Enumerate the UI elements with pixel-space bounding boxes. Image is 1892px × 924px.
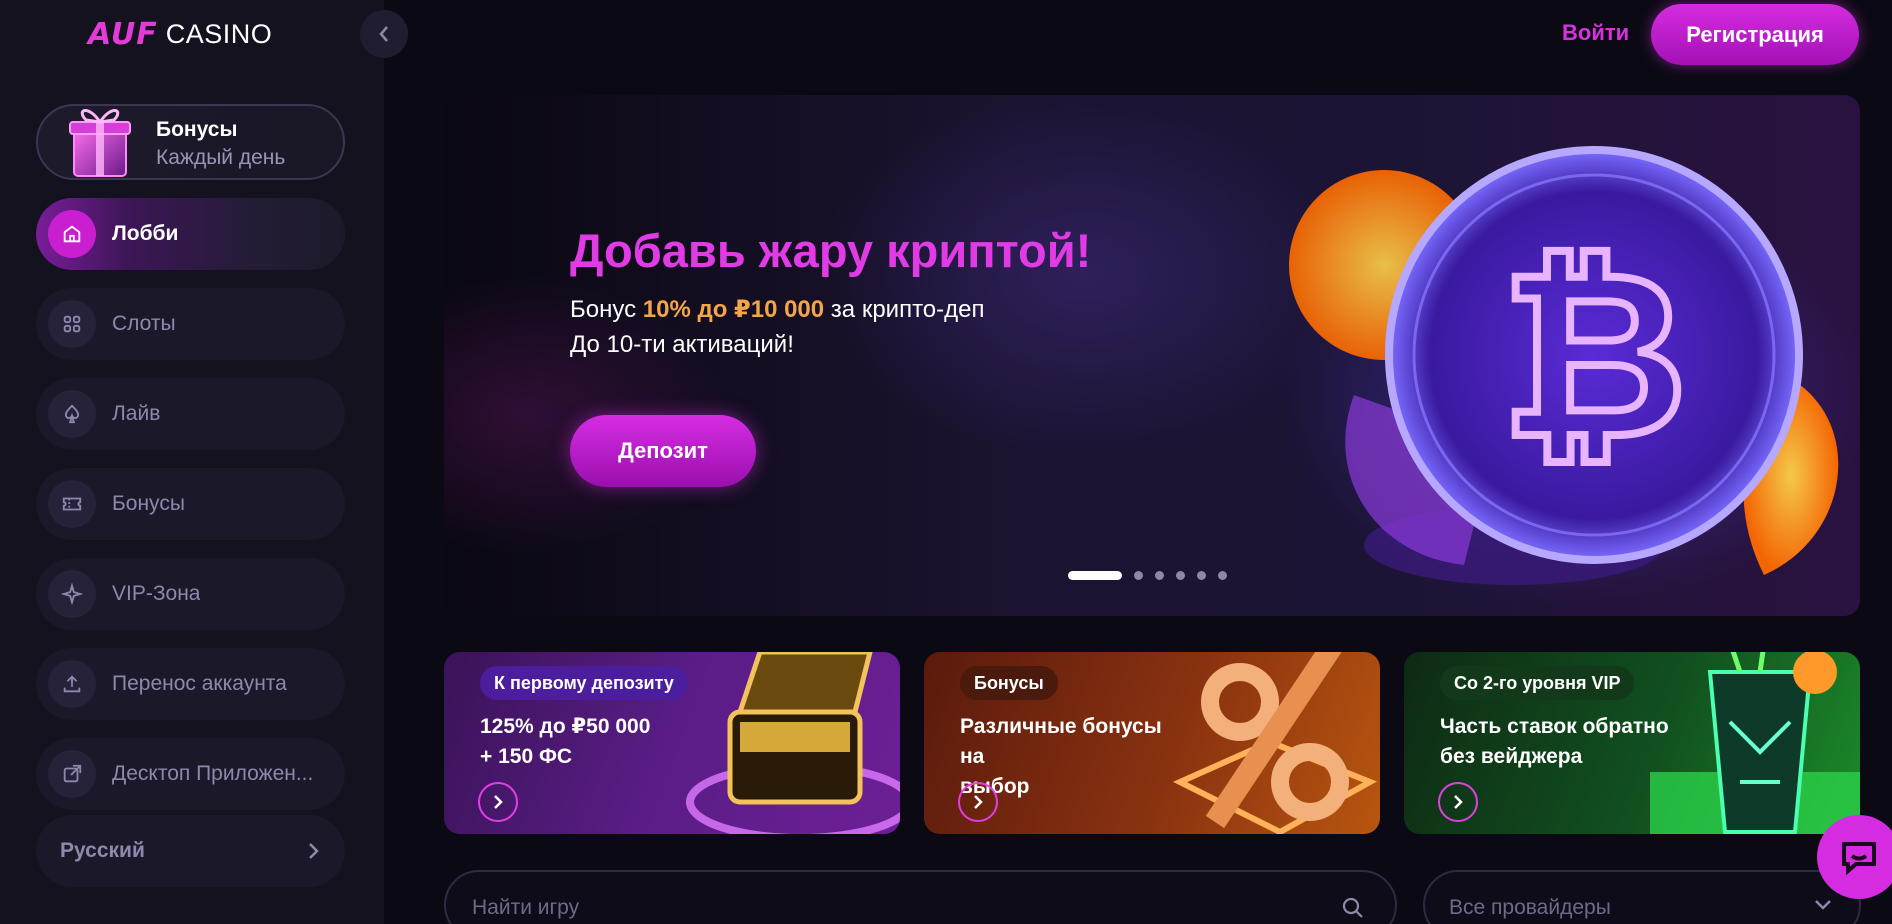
hero-banner[interactable]: ₿ Добавь жару криптой! Бонус 10% до ₽10 … [444, 95, 1860, 616]
logo-auf-text: AUF [88, 16, 158, 52]
sidebar-item-label: Слоты [112, 312, 176, 335]
sidebar-item-label: Перенос аккаунта [112, 672, 287, 695]
hero-subtitle-suffix: за крипто-деп [824, 296, 985, 323]
ticket-icon [48, 480, 96, 528]
chevron-down-icon [1815, 900, 1831, 910]
promo-line: Часть ставок обратно [1440, 715, 1669, 738]
sidebar-item-bonuses[interactable]: Бонусы [36, 468, 345, 540]
sidebar: AUF CASINO Бонусы Каждый день Лобби Слот… [0, 0, 384, 924]
search-icon[interactable] [1341, 896, 1365, 920]
sparkle-icon [48, 570, 96, 618]
login-link[interactable]: Войти [1562, 20, 1629, 46]
promo-line: Различные бонусы на [960, 715, 1162, 768]
promo-tag: Бонусы [960, 666, 1058, 700]
sidebar-item-vip[interactable]: VIP-Зона [36, 558, 345, 630]
promo-line: 125% до ₽50 000 [480, 715, 651, 738]
promo-line: без вейджера [1440, 745, 1583, 768]
sidebar-item-label: Бонусы [112, 492, 185, 515]
gift-icon [69, 109, 131, 177]
logo-casino-text: CASINO [165, 18, 273, 49]
hero-title: Добавь жару криптой! [570, 224, 1092, 277]
promo-card-first-deposit[interactable]: К первому депозиту 125% до ₽50 000 + 150… [444, 652, 900, 834]
percent-sign-illustration [1172, 652, 1377, 834]
carousel-dot[interactable] [1197, 571, 1206, 580]
carousel-dots [1068, 571, 1227, 580]
promo-tag: К первому депозиту [480, 666, 688, 700]
language-label: Русский [60, 839, 145, 862]
search-placeholder: Найти игру [472, 896, 580, 919]
sidebar-item-live[interactable]: Лайв [36, 378, 345, 450]
bonus-card-subtitle: Каждый день [156, 146, 286, 169]
home-icon [48, 210, 96, 258]
spade-icon [48, 390, 96, 438]
register-button[interactable]: Регистрация [1651, 4, 1859, 65]
sidebar-item-label: Лайв [112, 402, 161, 425]
carousel-dot[interactable] [1068, 571, 1122, 580]
grid-icon [48, 300, 96, 348]
logo[interactable]: AUF CASINO [88, 16, 272, 52]
external-link-icon [48, 750, 96, 798]
chevron-right-icon [1454, 795, 1463, 809]
sidebar-item-lobby[interactable]: Лобби [36, 198, 345, 270]
sidebar-collapse-button[interactable] [360, 10, 408, 58]
deposit-button[interactable]: Депозит [570, 415, 756, 487]
support-chat-button[interactable] [1817, 815, 1892, 899]
promo-description: 125% до ₽50 000 + 150 ФС [480, 712, 710, 772]
bitcoin-coin-illustration: ₿ [1289, 146, 1839, 585]
carousel-dot[interactable] [1134, 571, 1143, 580]
hero-subtitle: Бонус 10% до ₽10 000 за крипто-деп [570, 295, 984, 324]
carousel-dot[interactable] [1176, 571, 1185, 580]
hero-bonus-highlight: 10% до ₽10 000 [642, 296, 825, 323]
promo-card-bonuses[interactable]: Бонусы Различные бонусы на выбор [924, 652, 1380, 834]
sidebar-item-label: VIP-Зона [112, 582, 201, 605]
chat-bubble-icon [1842, 842, 1876, 876]
language-selector[interactable]: Русский [36, 815, 345, 887]
promo-description: Различные бонусы на выбор [960, 712, 1190, 802]
carousel-dot[interactable] [1155, 571, 1164, 580]
promo-line: + 150 ФС [480, 745, 573, 768]
chevron-right-icon [974, 795, 983, 809]
svg-text:₿: ₿ [1500, 223, 1687, 490]
treasure-chest-illustration [686, 652, 900, 834]
promo-arrow-button[interactable] [958, 782, 998, 822]
sidebar-item-label: Десктоп Приложен... [112, 762, 314, 785]
chevron-right-icon [494, 795, 503, 809]
carousel-dot[interactable] [1218, 571, 1227, 580]
chevron-left-icon [379, 26, 388, 42]
hero-subtitle-prefix: Бонус [570, 296, 643, 323]
game-search-input[interactable]: Найти игру [444, 870, 1397, 924]
bonus-card-title: Бонусы [156, 118, 238, 141]
sidebar-item-desktop-app[interactable]: Десктоп Приложен... [36, 738, 345, 810]
promo-description: Часть ставок обратно без вейджера [1440, 712, 1670, 772]
promo-arrow-button[interactable] [478, 782, 518, 822]
sidebar-item-account-transfer[interactable]: Перенос аккаунта [36, 648, 345, 720]
hero-activations-text: До 10-ти активаций! [570, 331, 794, 358]
chevron-right-icon [309, 843, 319, 859]
promo-arrow-button[interactable] [1438, 782, 1478, 822]
providers-dropdown[interactable]: Все провайдеры [1423, 870, 1861, 924]
sidebar-item-label: Лобби [112, 222, 179, 245]
promo-tag: Со 2-го уровня VIP [1440, 666, 1635, 700]
cocktail-glass-illustration [1650, 652, 1860, 834]
promo-card-vip[interactable]: Со 2-го уровня VIP Часть ставок обратно … [1404, 652, 1860, 834]
sidebar-item-slots[interactable]: Слоты [36, 288, 345, 360]
upload-icon [48, 660, 96, 708]
providers-selected-value: Все провайдеры [1449, 896, 1611, 919]
daily-bonus-card[interactable]: Бонусы Каждый день [36, 104, 345, 180]
